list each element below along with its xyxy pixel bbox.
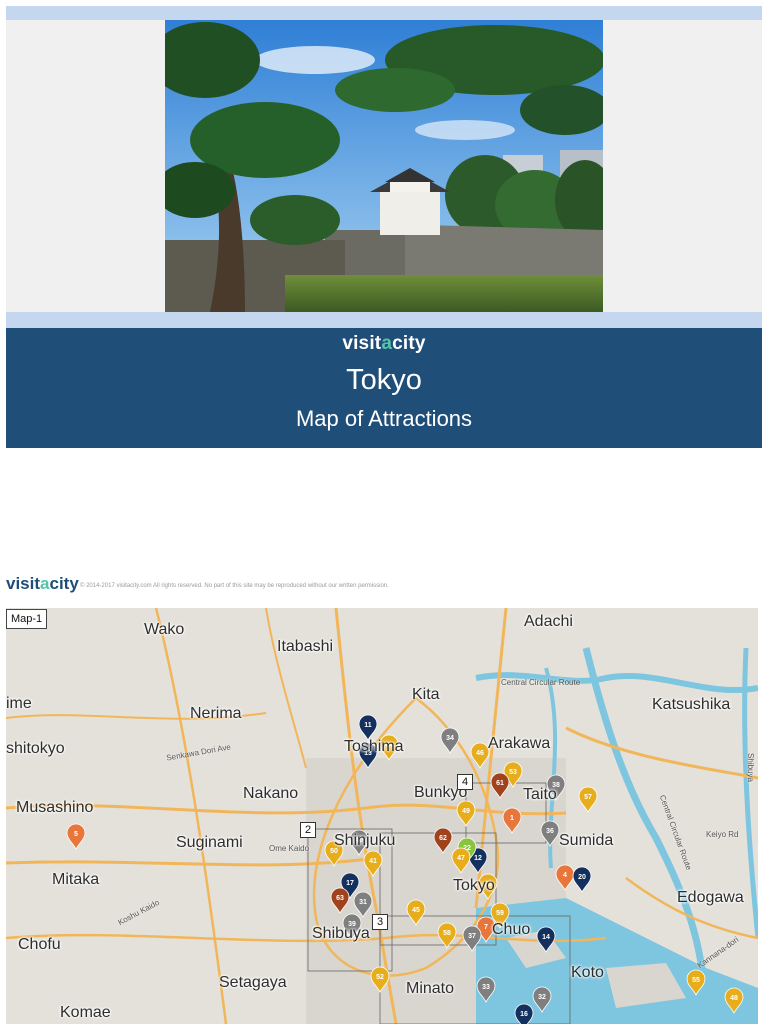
copyright-text: © 2014-2017 visitacity.com All rights re… [80,583,389,589]
marker-number: 57 [584,794,592,801]
marker-number: 11 [364,722,372,729]
marker-number: 16 [520,1011,528,1018]
marker-number: 31 [359,899,367,906]
brand-prefix: visit [342,333,382,354]
marker-number: 4 [563,872,567,879]
marker-number: 32 [538,994,546,1001]
place-label: Itabashi [277,638,334,655]
footer-brand-suffix: city [49,574,79,593]
region-box-label[interactable]: 3 [372,914,388,930]
marker-number: 37 [468,933,476,940]
place-label: Mitaka [52,871,100,888]
road-label: Central Circular Route [501,678,581,687]
place-label: Edogawa [677,889,744,906]
marker-number: 17 [346,880,354,887]
marker-number: 46 [476,750,484,757]
place-label: Taito [523,786,557,803]
attractions-map[interactable]: 1 4 5 7 11 12 13 14 16 17 20 22 31 32 33 34 36 37 38 39 40 41… [6,608,758,1024]
marker-number: 7 [484,924,488,931]
road-label: Shibuya [745,753,755,782]
place-label: Shibuya [312,925,370,942]
marker-number: 48 [730,995,738,1002]
title-band: visitacity Tokyo Map of Attractions [6,328,762,448]
place-label: Wako [144,621,185,638]
footer-brand-logo[interactable]: visitacity [6,574,79,594]
map-label: Map-1 [6,609,48,629]
marker-number: 61 [496,780,504,787]
marker-number: 36 [546,828,554,835]
place-label: Adachi [524,613,573,630]
marker-number: 49 [462,808,470,815]
marker-number: 45 [412,907,420,914]
marker-number: 53 [509,769,517,776]
place-label: Chofu [18,936,61,953]
place-label: shitokyo [6,740,65,757]
marker-number: 34 [446,735,454,742]
footer-brand-accent: a [40,574,50,593]
place-label: Koto [571,964,604,981]
page-title: Tokyo [346,364,422,396]
marker-number: 52 [376,974,384,981]
place-label: Chuo [492,921,531,938]
place-label: Nakano [243,785,299,802]
map-base: 1457111213141617202231323334363738394041… [6,608,758,1024]
marker-number: 41 [369,858,377,865]
hero-photo-illustration [165,20,603,312]
place-label: Komae [60,1004,111,1021]
road-label: Ome Kaido [269,844,310,853]
place-label: Sumida [559,832,614,849]
place-label: Arakawa [488,735,551,752]
place-label: Minato [406,980,455,997]
place-label: Toshima [344,738,404,755]
place-label: ime [6,695,32,712]
marker-number: 33 [482,984,490,991]
region-box-label[interactable]: 4 [457,774,473,790]
place-label: Musashino [16,799,94,816]
marker-number: 12 [474,855,482,862]
place-label: Katsushika [652,696,731,713]
marker-number: 14 [542,934,550,941]
page-subtitle: Map of Attractions [295,406,473,431]
marker-number: 55 [692,977,700,984]
marker-number: 59 [496,910,504,917]
footer-brand-prefix: visit [6,574,41,593]
region-box-label[interactable]: 2 [300,822,316,838]
brand-logo[interactable]: visitacity [6,333,762,355]
road-label: Keiyo Rd [706,830,739,839]
marker-number: 47 [457,855,465,862]
marker-number: 58 [443,930,451,937]
marker-number: 62 [439,835,447,842]
place-label: Suginami [176,834,243,851]
marker-number: 1 [510,815,514,822]
place-label: Kita [412,686,440,703]
place-label: Tokyo [453,877,495,894]
place-label: Setagaya [219,974,287,991]
hero-photo [165,20,603,312]
brand-suffix: city [392,333,426,354]
place-label: Shinjuku [334,832,396,849]
hero-stripe-top [6,6,762,20]
hero-band [6,6,762,328]
marker-number: 63 [336,895,344,902]
brand-accent: a [381,333,393,354]
marker-number: 5 [74,831,78,838]
place-label: Nerima [190,705,242,722]
hero-stripe-bottom [6,312,762,328]
marker-number: 20 [578,874,586,881]
